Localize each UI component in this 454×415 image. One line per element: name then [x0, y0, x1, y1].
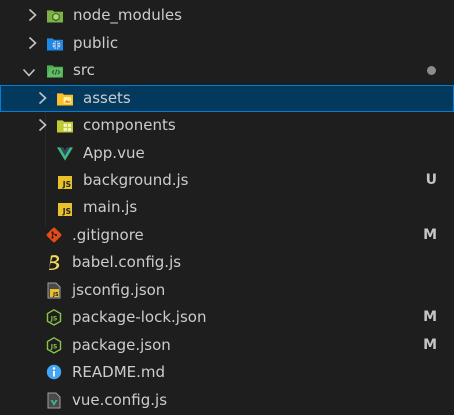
- tree-item-label: assets: [83, 89, 131, 107]
- tree-item-label: package.json: [72, 336, 171, 354]
- js-file-icon: JS: [57, 174, 73, 190]
- tree-item-src[interactable]: src: [0, 57, 454, 84]
- js-file-icon: JS: [57, 201, 73, 217]
- npm-json-file-icon: JS: [46, 336, 62, 354]
- tree-item-package-lock[interactable]: JS package-lock.json M: [0, 304, 454, 331]
- chevron-right-icon: [25, 8, 39, 22]
- chevron-right-icon: [35, 118, 49, 132]
- babel-file-icon: [46, 254, 62, 270]
- git-status-badge: M: [423, 337, 437, 353]
- node-modules-folder-icon: [47, 7, 63, 23]
- src-folder-icon: [47, 62, 63, 78]
- chevron-right-icon: [35, 91, 49, 105]
- config-js-file-icon: [46, 392, 62, 408]
- tree-item-label: vue.config.js: [72, 391, 168, 409]
- chevron-down-icon: [22, 65, 36, 79]
- tree-item-label: jsconfig.json: [72, 281, 166, 299]
- tree-item-public[interactable]: public: [0, 30, 454, 57]
- assets-folder-icon: [57, 90, 73, 106]
- tree-item-vue-config[interactable]: vue.config.js: [0, 387, 454, 414]
- public-folder-icon: [47, 35, 63, 51]
- git-status-badge: M: [423, 309, 437, 325]
- svg-text:JS: JS: [52, 292, 59, 298]
- tree-item-label: babel.config.js: [72, 253, 182, 271]
- tree-item-label: components: [83, 116, 176, 134]
- tree-item-assets[interactable]: assets: [0, 85, 454, 112]
- tree-item-label: node_modules: [73, 6, 182, 24]
- tree-item-label: App.vue: [83, 144, 145, 162]
- tree-item-components[interactable]: components: [0, 112, 454, 139]
- tree-item-label: package-lock.json: [72, 308, 207, 326]
- git-file-icon: [46, 227, 62, 243]
- tree-item-label: README.md: [72, 363, 166, 381]
- git-status-badge: M: [423, 227, 437, 243]
- npm-json-file-icon: JS: [46, 308, 62, 326]
- svg-text:JS: JS: [50, 343, 58, 350]
- tree-item-label: src: [73, 61, 95, 79]
- tree-item-label: .gitignore: [72, 226, 144, 244]
- tree-item-readme[interactable]: README.md: [0, 359, 454, 386]
- tree-item-label: main.js: [83, 198, 138, 216]
- vue-file-icon: [57, 146, 73, 162]
- git-status-badge: U: [425, 172, 437, 188]
- tree-item-label: public: [73, 34, 119, 52]
- modified-dot-icon: [427, 66, 436, 75]
- tree-item-app-vue[interactable]: App.vue: [0, 140, 454, 167]
- tree-item-package-json[interactable]: JS package.json M: [0, 332, 454, 359]
- tree-item-gitignore[interactable]: .gitignore M: [0, 222, 454, 249]
- jsconfig-file-icon: JS: [46, 282, 62, 298]
- tree-item-babel-config[interactable]: babel.config.js: [0, 249, 454, 276]
- chevron-right-icon: [25, 36, 39, 50]
- tree-item-label: background.js: [83, 171, 189, 189]
- info-file-icon: [46, 364, 62, 380]
- file-explorer-tree: node_modules public src assets component…: [0, 0, 454, 415]
- tree-item-background-js[interactable]: JS background.js U: [0, 167, 454, 194]
- svg-text:JS: JS: [50, 315, 58, 322]
- tree-item-jsconfig[interactable]: JS jsconfig.json: [0, 277, 454, 304]
- tree-item-main-js[interactable]: JS main.js: [0, 194, 454, 221]
- components-folder-icon: [57, 117, 73, 133]
- tree-item-node-modules[interactable]: node_modules: [0, 2, 454, 29]
